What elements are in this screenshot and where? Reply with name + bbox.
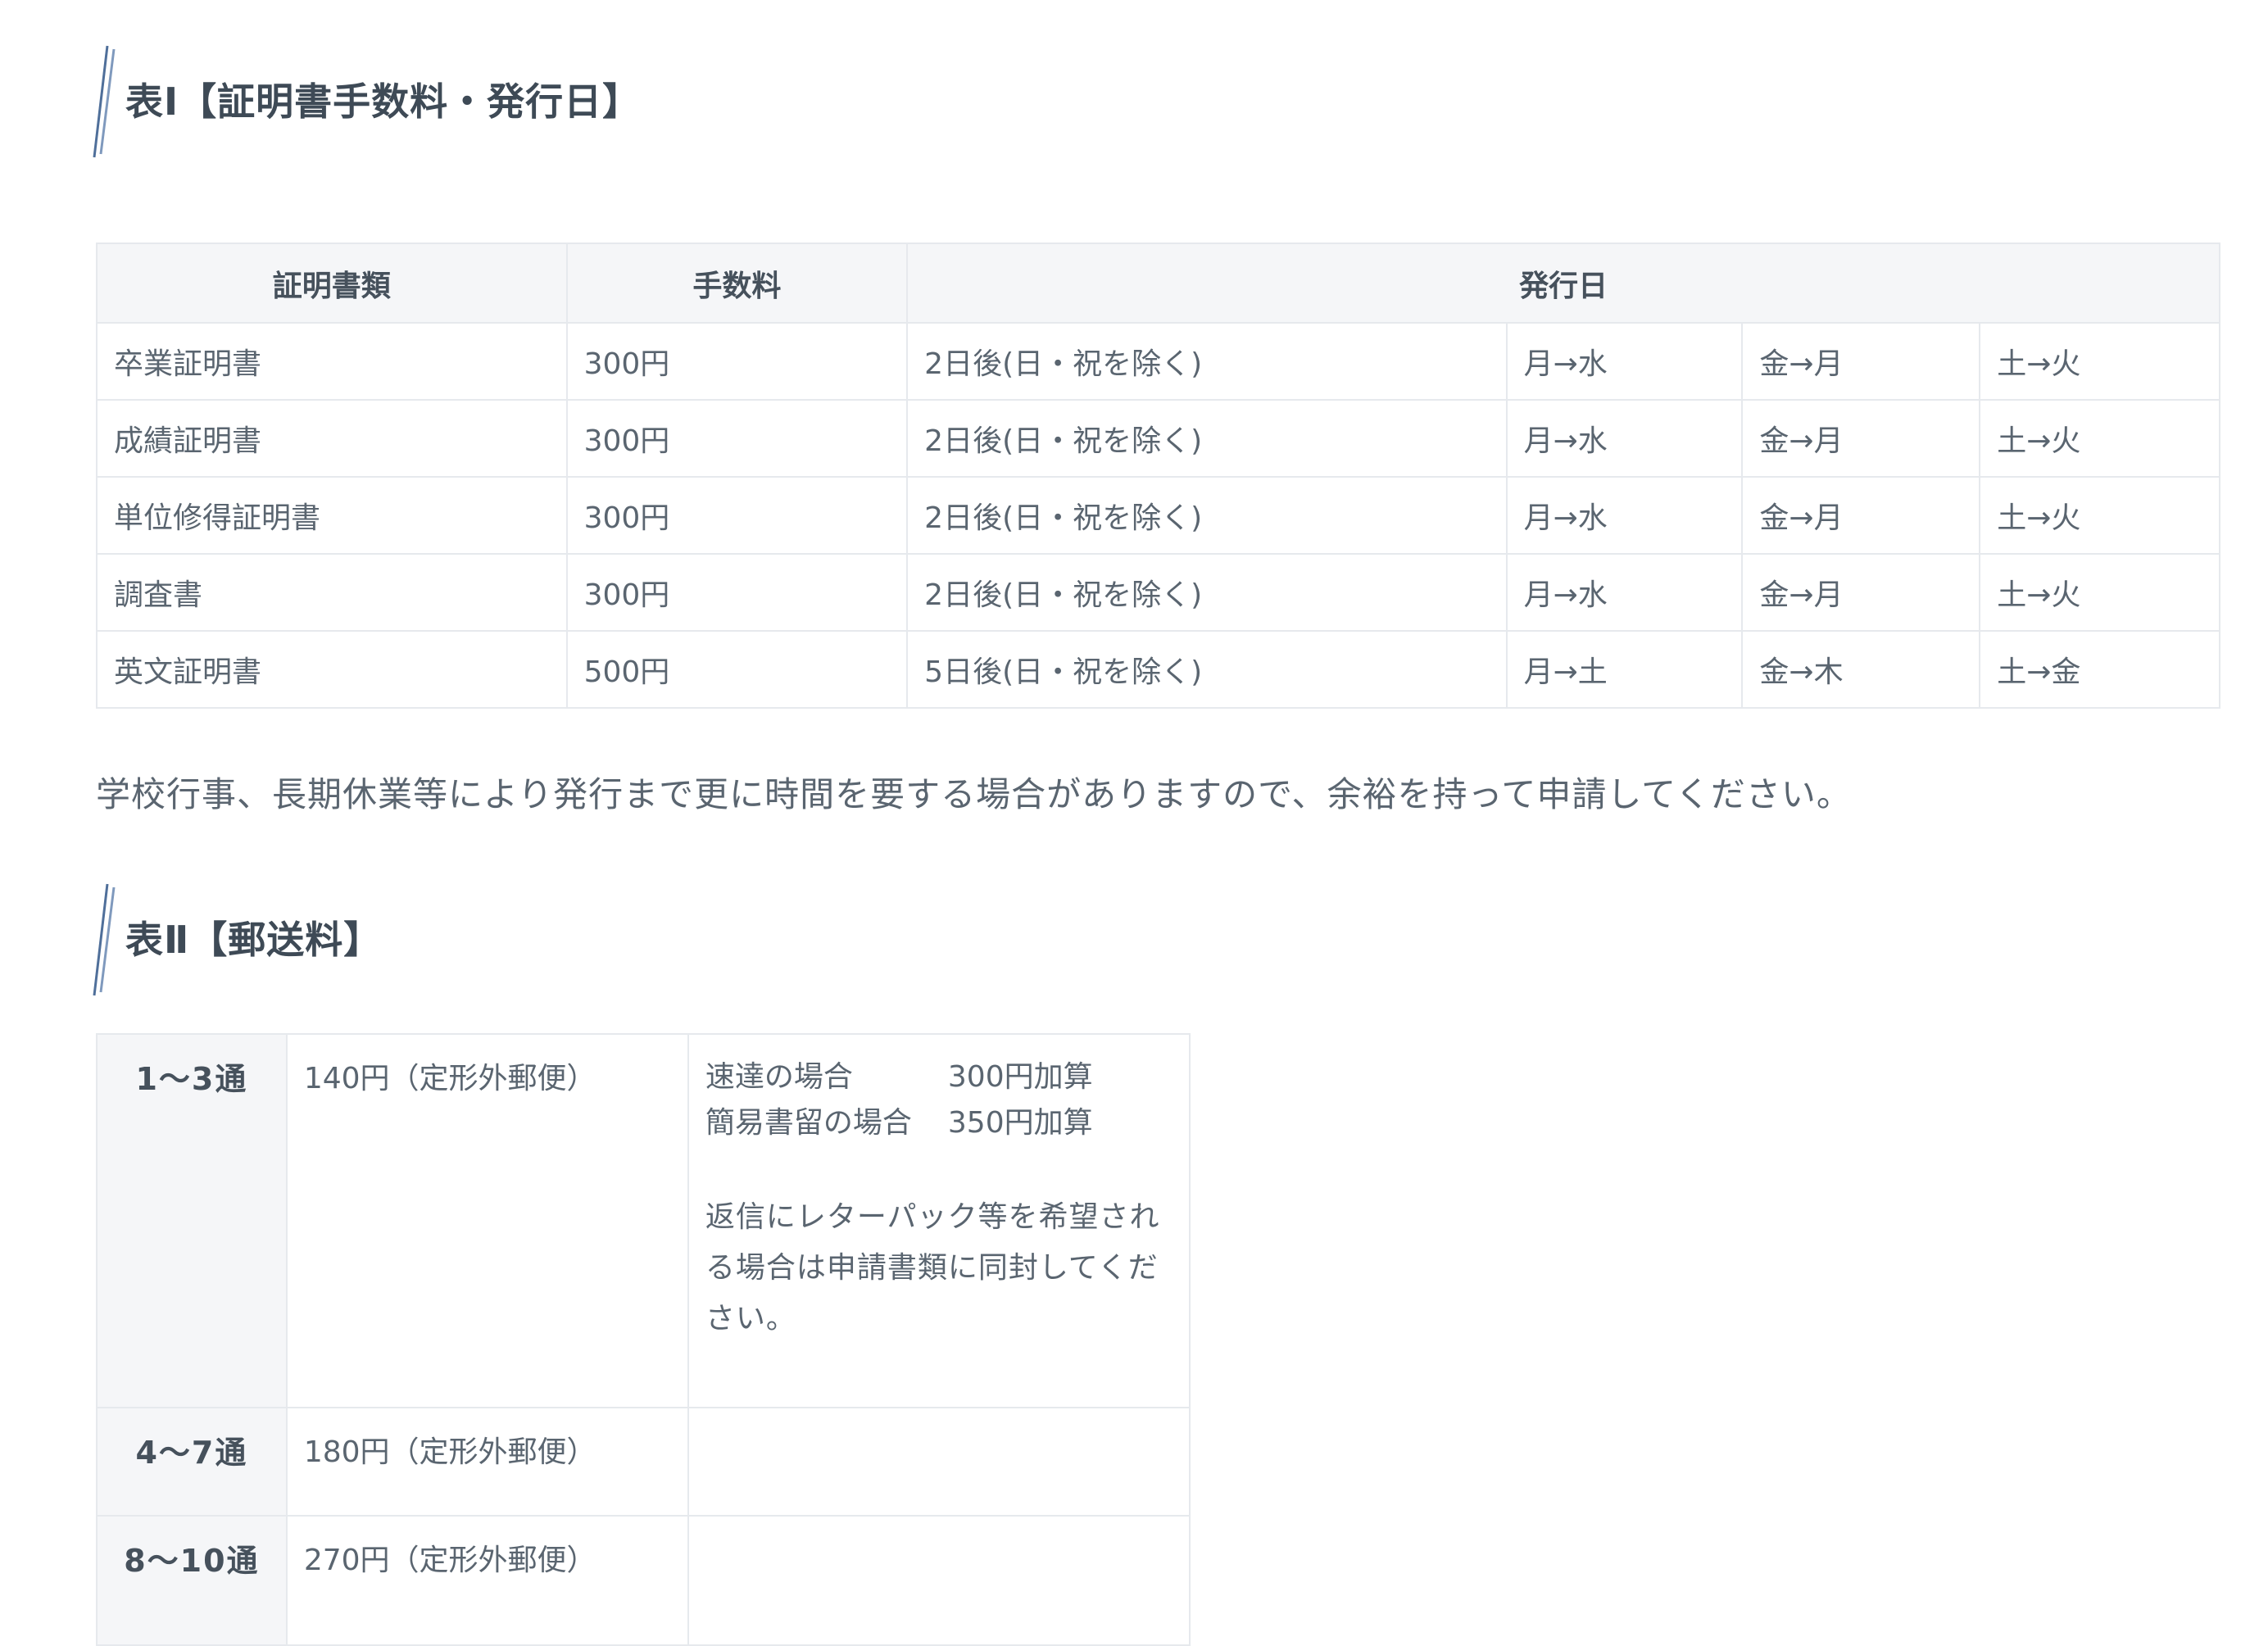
cell-fee: 300円: [565, 322, 909, 401]
double-slash-mark-icon: [93, 45, 116, 158]
cell-mon: 月→土: [1505, 630, 1744, 709]
heading-postage-title: 表Ⅱ【郵送料】: [125, 918, 383, 962]
cell-mon: 月→水: [1505, 476, 1744, 555]
table-row: 調査書 300円 2日後(日・祝を除く) 月→水 金→月 土→火: [96, 553, 2220, 632]
fees-table: 証明書類 手数料 発行日 卒業証明書 300円 2日後(日・祝を除く) 月→水 …: [96, 243, 2220, 709]
table-row: 1～3通 140円（定形外郵便） 速達の場合 300円加算 簡易書留の場合 35…: [96, 1033, 1191, 1408]
cell-count: 4～7通: [96, 1407, 288, 1517]
table-header-row: 証明書類 手数料 発行日: [96, 243, 2220, 324]
cell-sat: 土→火: [1979, 553, 2220, 632]
cell-mon: 月→水: [1505, 553, 1744, 632]
cell-issue: 2日後(日・祝を除く): [906, 476, 1508, 555]
option-express: 速達の場合 300円加算: [705, 1054, 1173, 1100]
cell-empty: [687, 1407, 1191, 1517]
postage-table: 1～3通 140円（定形外郵便） 速達の場合 300円加算 簡易書留の場合 35…: [96, 1033, 1191, 1646]
section-heading-postage: 表Ⅱ【郵送料】: [93, 882, 2226, 997]
table-row: 単位修得証明書 300円 2日後(日・祝を除く) 月→水 金→月 土→火: [96, 476, 2220, 555]
cell-sat: 土→火: [1979, 476, 2220, 555]
cell-fee: 300円: [565, 476, 909, 555]
cell-fri: 金→月: [1741, 322, 1981, 401]
cell-doc-type: 卒業証明書: [96, 322, 568, 401]
cell-mon: 月→水: [1505, 399, 1744, 478]
table-row: 英文証明書 500円 5日後(日・祝を除く) 月→土 金→木 土→金: [96, 630, 2220, 709]
cell-fee: 300円: [565, 399, 909, 478]
notice-text: 学校行事、長期休業等により発行まで更に時間を要する場合がありますので、余裕を持っ…: [96, 774, 1852, 814]
cell-mon: 月→水: [1505, 322, 1744, 401]
cell-empty: [687, 1515, 1191, 1646]
double-slash-mark-icon: [93, 883, 116, 996]
option-label: 簡易書留の場合: [705, 1106, 912, 1140]
heading-fees-title: 表Ⅰ【証明書手数料・発行日】: [125, 79, 642, 124]
cell-count: 8～10通: [96, 1515, 288, 1646]
cell-fri: 金→月: [1741, 476, 1981, 555]
cell-fee: 500円: [565, 630, 909, 709]
cell-issue: 2日後(日・祝を除く): [906, 553, 1508, 632]
return-note: 返信にレターパック等を希望される場合は申請書類に同封してください。: [705, 1200, 1160, 1335]
header-doc-type: 証明書類: [96, 243, 568, 324]
cell-doc-type: 成績証明書: [96, 399, 568, 478]
cell-price: 180円（定形外郵便）: [285, 1407, 689, 1517]
cell-fri: 金→木: [1741, 630, 1981, 709]
cell-fee: 300円: [565, 553, 909, 632]
cell-doc-type: 英文証明書: [96, 630, 568, 709]
cell-price: 140円（定形外郵便）: [285, 1033, 689, 1408]
table-row: 4～7通 180円（定形外郵便）: [96, 1407, 1191, 1517]
cell-doc-type: 調査書: [96, 553, 568, 632]
cell-options: 速達の場合 300円加算 簡易書留の場合 350円加算 返信にレターパック等を希…: [687, 1033, 1191, 1408]
cell-sat: 土→火: [1979, 322, 2220, 401]
option-value: 300円加算: [947, 1060, 1093, 1094]
table-row: 8～10通 270円（定形外郵便）: [96, 1515, 1191, 1646]
cell-fri: 金→月: [1741, 399, 1981, 478]
cell-count: 1～3通: [96, 1033, 288, 1408]
header-fee: 手数料: [565, 243, 909, 324]
cell-issue: 5日後(日・祝を除く): [906, 630, 1508, 709]
cell-sat: 土→金: [1979, 630, 2220, 709]
cell-fri: 金→月: [1741, 553, 1981, 632]
option-label: 速達の場合: [705, 1060, 853, 1094]
cell-sat: 土→火: [1979, 399, 2220, 478]
table-row: 卒業証明書 300円 2日後(日・祝を除く) 月→水 金→月 土→火: [96, 322, 2220, 401]
table-row: 成績証明書 300円 2日後(日・祝を除く) 月→水 金→月 土→火: [96, 399, 2220, 478]
header-issue-date: 発行日: [906, 243, 2220, 324]
option-value: 350円加算: [947, 1106, 1093, 1140]
cell-issue: 2日後(日・祝を除く): [906, 399, 1508, 478]
cell-issue: 2日後(日・祝を除く): [906, 322, 1508, 401]
cell-price: 270円（定形外郵便）: [285, 1515, 689, 1646]
page-content: 表Ⅰ【証明書手数料・発行日】 証明書類 手数料 発行日 卒業証明書 300円 2…: [93, 0, 2226, 1646]
cell-doc-type: 単位修得証明書: [96, 476, 568, 555]
option-registered: 簡易書留の場合 350円加算: [705, 1100, 1173, 1146]
section-heading-fees: 表Ⅰ【証明書手数料・発行日】: [93, 44, 2226, 159]
